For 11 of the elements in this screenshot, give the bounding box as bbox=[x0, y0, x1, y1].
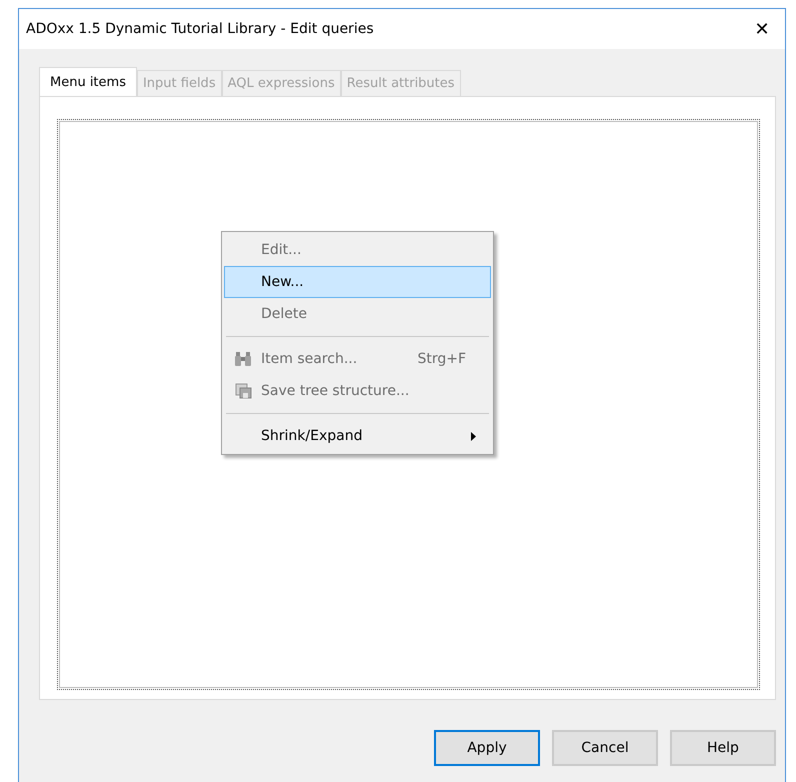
close-button[interactable]: ✕ bbox=[739, 9, 785, 49]
tab[interactable]: Menu items bbox=[39, 67, 137, 96]
window-title: ADOxx 1.5 Dynamic Tutorial Library - Edit queries bbox=[26, 21, 374, 37]
dialog-button[interactable]: Cancel bbox=[552, 730, 658, 766]
dialog-button[interactable]: Apply bbox=[434, 730, 540, 766]
save-icon bbox=[234, 383, 252, 399]
submenu-arrow-icon bbox=[471, 432, 476, 440]
menu-item[interactable]: New... bbox=[224, 266, 491, 298]
dialog-button[interactable]: Help bbox=[670, 730, 776, 766]
binoculars-icon bbox=[234, 351, 252, 367]
menu-item[interactable]: Shrink/Expand bbox=[224, 420, 491, 452]
